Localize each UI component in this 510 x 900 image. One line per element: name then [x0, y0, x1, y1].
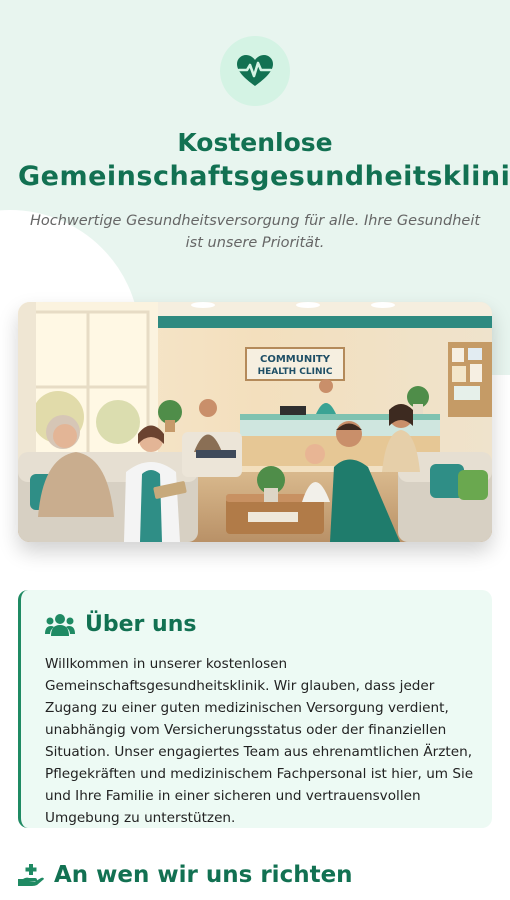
sign-text-line-2: HEALTH CLINIC: [258, 367, 333, 377]
page: Kostenlose Gemeinschaftsgesundheitsklini…: [0, 0, 510, 900]
target-heading: An wen wir uns richten: [18, 862, 353, 888]
sign-text-line-1: COMMUNITY: [260, 354, 331, 365]
about-heading: Über uns: [45, 612, 196, 637]
title-line-1: Kostenlose: [177, 128, 333, 157]
title-line-2: Gemeinschaftsgesundheitsklinik: [18, 161, 510, 192]
users-icon: [45, 613, 75, 636]
hand-holding-medical-icon: [18, 864, 44, 886]
hero-subtitle: Hochwertige Gesundheitsversorgung für al…: [29, 213, 481, 251]
heart-pulse-icon: [237, 55, 273, 86]
about-heading-text: Über uns: [85, 612, 197, 637]
target-heading-text: An wen wir uns richten: [54, 862, 353, 888]
clinic-illustration: COMMUNITY HEALTH CLINIC: [18, 302, 492, 542]
page-title: Kostenlose Gemeinschaftsgesundheitsklini…: [0, 126, 510, 194]
logo-badge: [220, 36, 290, 106]
about-text: Willkommen in unserer kostenlosen Gemein…: [45, 656, 474, 826]
clinic-photo: COMMUNITY HEALTH CLINIC: [18, 302, 492, 542]
about-card: Über uns Willkommen in unserer kostenlos…: [18, 590, 492, 828]
